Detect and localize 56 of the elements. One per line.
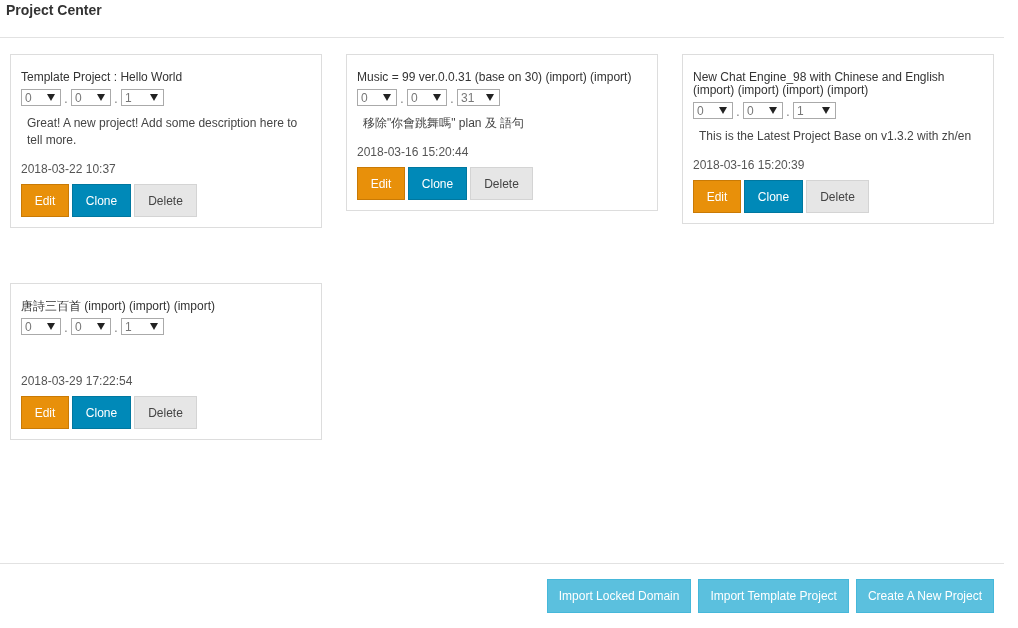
project-description: Great! A new project! Add some description here to tell more. [26,115,299,149]
dropdown-arrow-icon [486,94,494,101]
project-description: This is the Latest Project Base on v1.3.2 with zh/en [698,128,973,145]
delete-button[interactable]: Delete [470,167,533,200]
edit-button[interactable]: Edit [21,184,69,217]
version-separator: . [735,105,741,119]
version-select[interactable]: 1 [793,102,836,119]
clone-button[interactable]: Clone [744,180,803,213]
version-select[interactable]: 0 [407,89,447,106]
dropdown-arrow-icon [719,107,727,114]
version-select[interactable]: 31 [457,89,500,106]
dropdown-arrow-icon [150,323,158,330]
dropdown-arrow-icon [769,107,777,114]
project-name: Template Project : Hello World [21,71,184,84]
version-separator: . [449,92,455,106]
dropdown-arrow-icon [383,94,391,101]
project-description: 移除"你會跳舞嗎" plan 及 語句 [362,115,526,132]
dropdown-arrow-icon [47,94,55,101]
version-separator: . [399,92,405,106]
project-timestamp: 2018-03-16 15:20:39 [693,158,806,172]
delete-button[interactable]: Delete [806,180,869,213]
project-timestamp: 2018-03-29 17:22:54 [21,374,134,388]
version-select[interactable]: 0 [357,89,397,106]
clone-button[interactable]: Clone [72,184,131,217]
version-separator: . [113,92,119,106]
version-select[interactable]: 0 [71,89,111,106]
dropdown-arrow-icon [97,94,105,101]
version-select[interactable]: 0 [743,102,783,119]
version-select[interactable]: 0 [21,318,61,335]
dropdown-arrow-icon [822,107,830,114]
edit-button[interactable]: Edit [357,167,405,200]
version-separator: . [63,321,69,335]
dropdown-arrow-icon [47,323,55,330]
project-timestamp: 2018-03-16 15:20:44 [357,145,470,159]
version-separator: . [785,105,791,119]
page-title: Project Center [6,2,102,18]
project-name: 唐詩三百首 (import) (import) (import) [21,300,216,313]
dropdown-arrow-icon [150,94,158,101]
clone-button[interactable]: Clone [408,167,467,200]
version-select[interactable]: 1 [121,318,164,335]
delete-button[interactable]: Delete [134,396,197,429]
delete-button[interactable]: Delete [134,184,197,217]
dropdown-arrow-icon [97,323,105,330]
version-separator: . [113,321,119,335]
project-name: Music = 99 ver.0.0.31 (base on 30) (import) (import) [357,71,633,84]
dropdown-arrow-icon [433,94,441,101]
clone-button[interactable]: Clone [72,396,131,429]
project-timestamp: 2018-03-22 10:37 [21,162,117,176]
version-select[interactable]: 0 [21,89,61,106]
version-select[interactable]: 0 [71,318,111,335]
project-name: New Chat Engine_98 with Chinese and English (import) (import) (import) (import) [693,71,946,97]
version-select[interactable]: 1 [121,89,164,106]
edit-button[interactable]: Edit [21,396,69,429]
version-separator: . [63,92,69,106]
version-select[interactable]: 0 [693,102,733,119]
edit-button[interactable]: Edit [693,180,741,213]
